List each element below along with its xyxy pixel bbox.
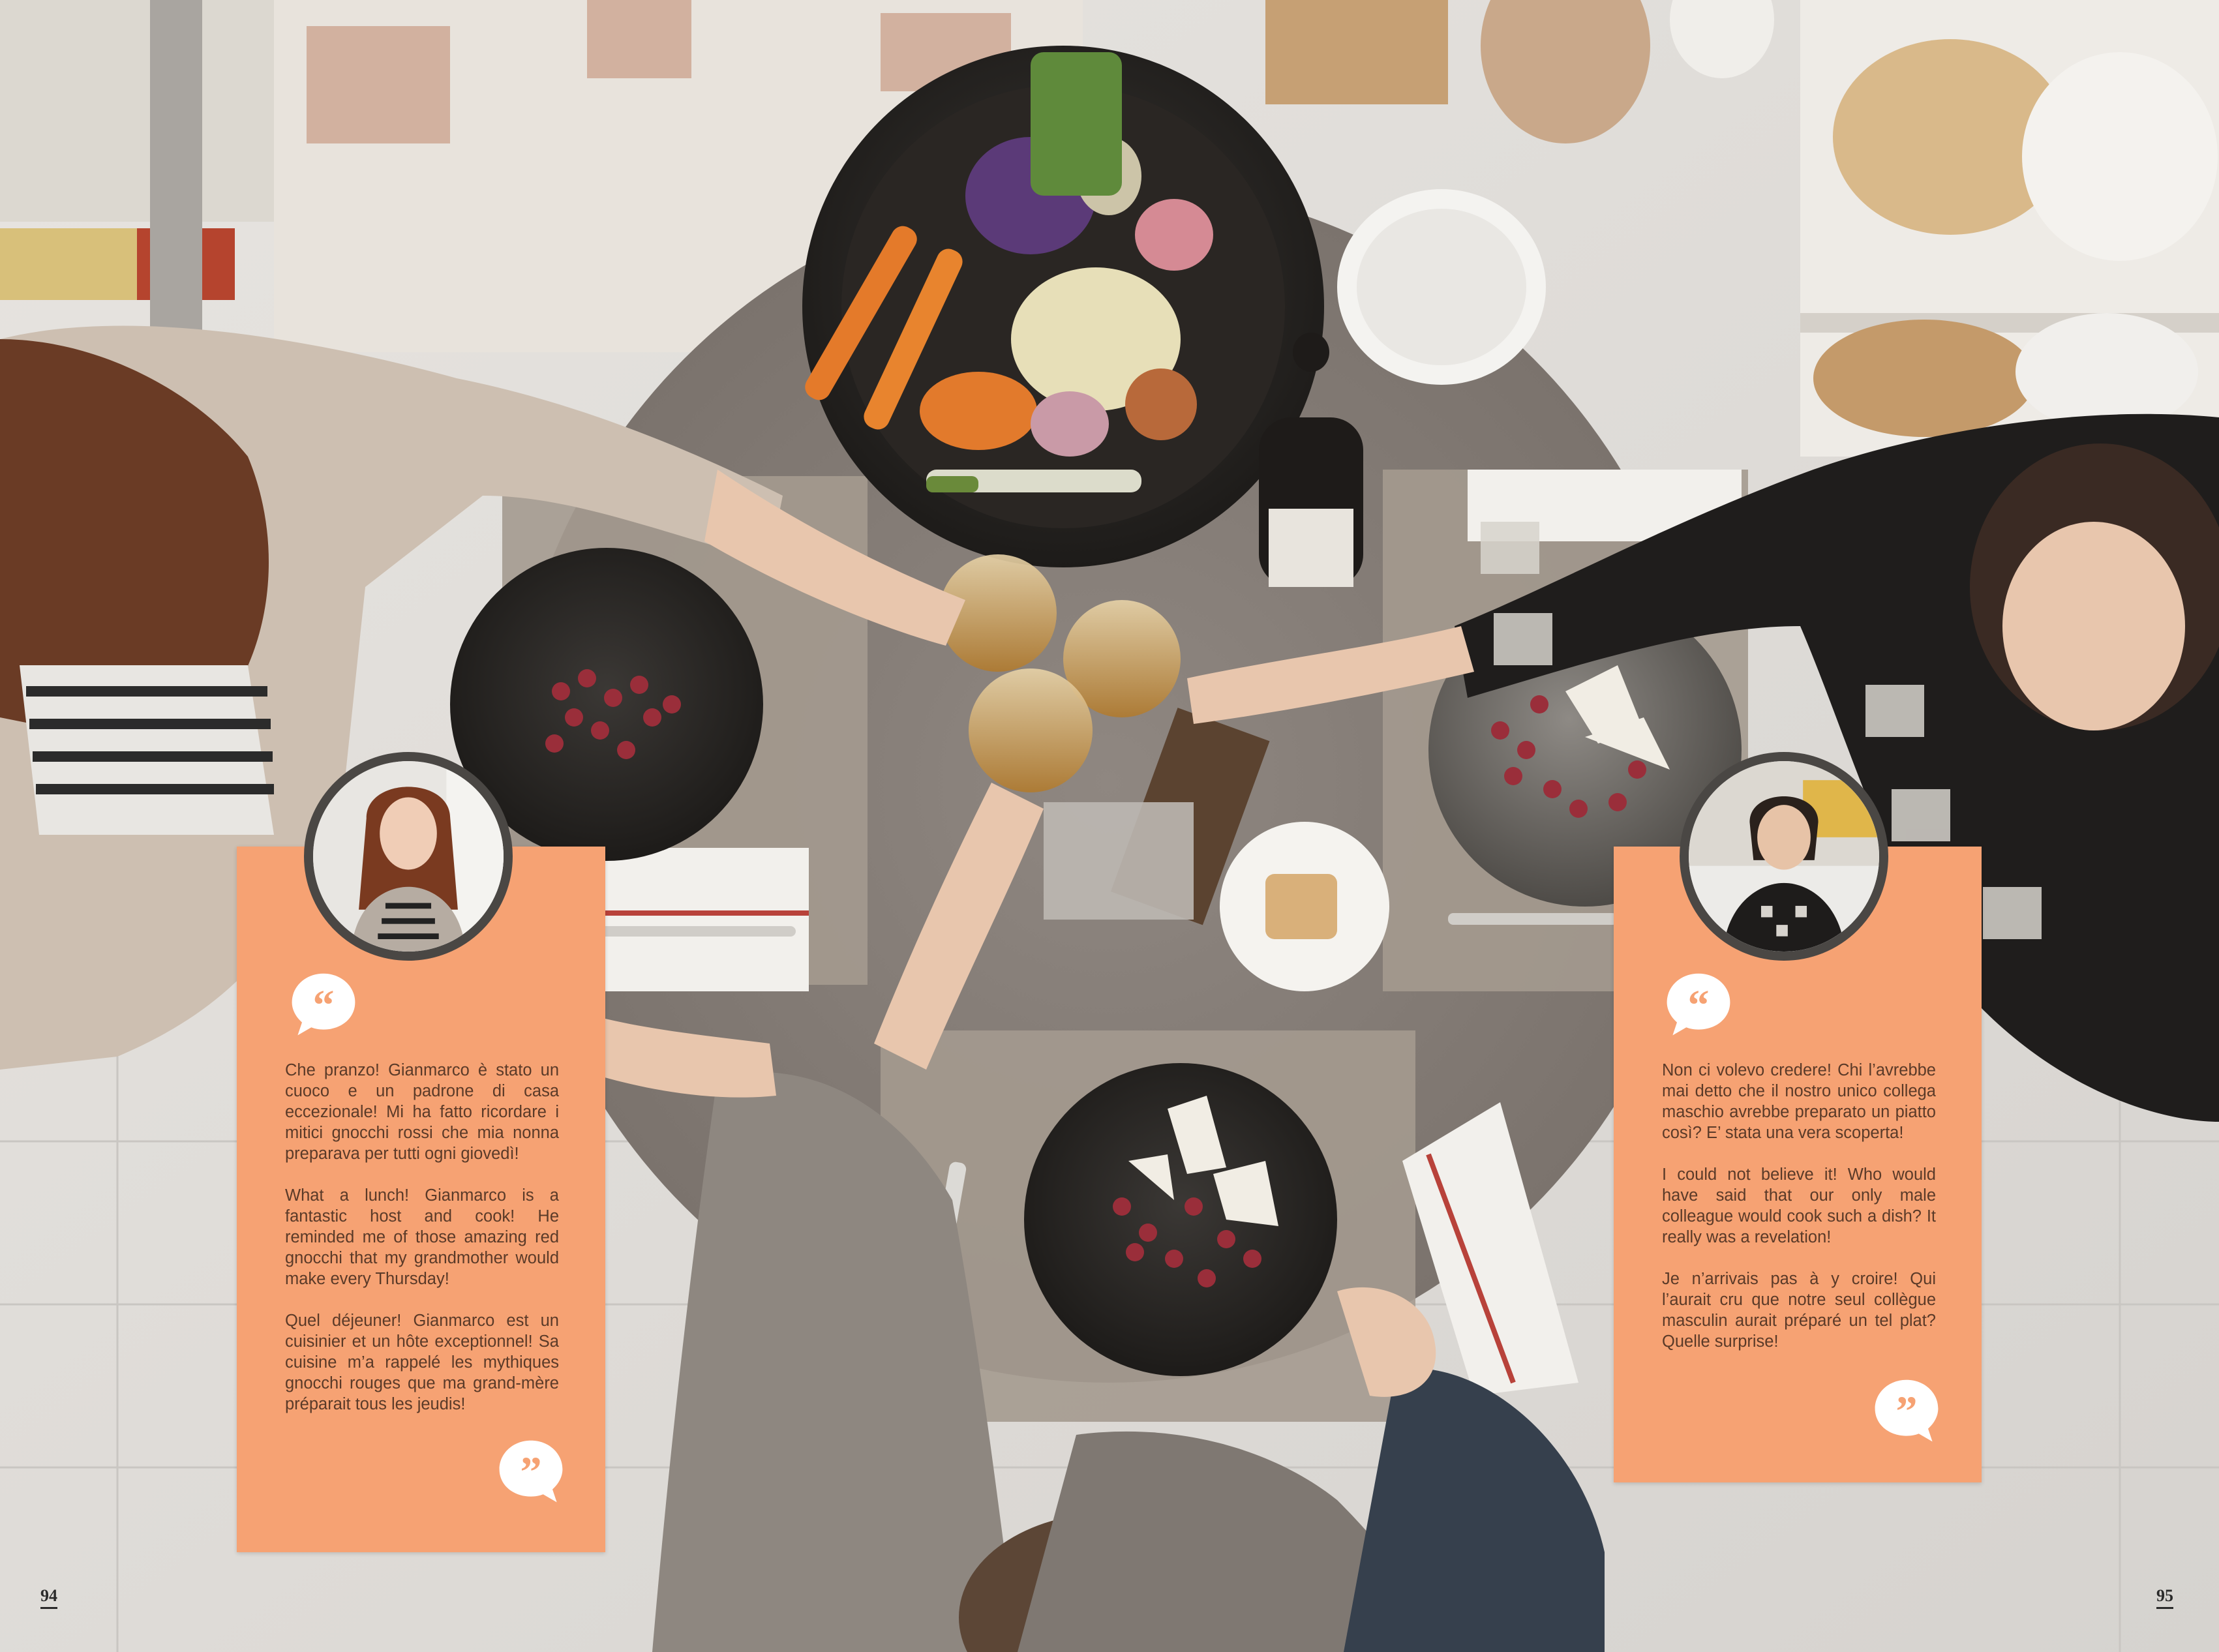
quote-french: Je n’arrivais pas à y croire! Qui l’aura… xyxy=(1662,1270,1936,1351)
testimonial-text-left: Che pranzo! Gianmarco è stato un cuoco e… xyxy=(285,1060,559,1415)
quote-close-icon: ” xyxy=(1871,1374,1942,1446)
quote-open-icon: “ xyxy=(1663,968,1734,1040)
avatar-right xyxy=(1680,752,1888,961)
quote-english: What a lunch! Gianmarco is a fantastic h… xyxy=(285,1186,559,1288)
svg-text:”: ” xyxy=(1896,1388,1918,1435)
quote-close-icon: ” xyxy=(495,1435,567,1507)
quote-french: Quel déjeuner! Gianmarco est un cuisinie… xyxy=(285,1312,559,1413)
svg-text:“: “ xyxy=(313,982,335,1029)
quote-open-icon: “ xyxy=(288,968,359,1040)
svg-text:“: “ xyxy=(1688,982,1710,1029)
testimonial-text-right: Non ci volevo credere! Chi l’avrebbe mai… xyxy=(1662,1060,1936,1352)
quote-italian: Non ci volevo credere! Chi l’avrebbe mai… xyxy=(1662,1061,1936,1142)
svg-text:”: ” xyxy=(521,1449,542,1496)
avatar-left xyxy=(304,752,513,961)
page-number-left: 94 xyxy=(40,1586,57,1609)
quote-italian: Che pranzo! Gianmarco è stato un cuoco e… xyxy=(285,1061,559,1163)
quote-english: I could not believe it! Who would have s… xyxy=(1662,1165,1936,1246)
page-number-right: 95 xyxy=(2156,1586,2173,1609)
